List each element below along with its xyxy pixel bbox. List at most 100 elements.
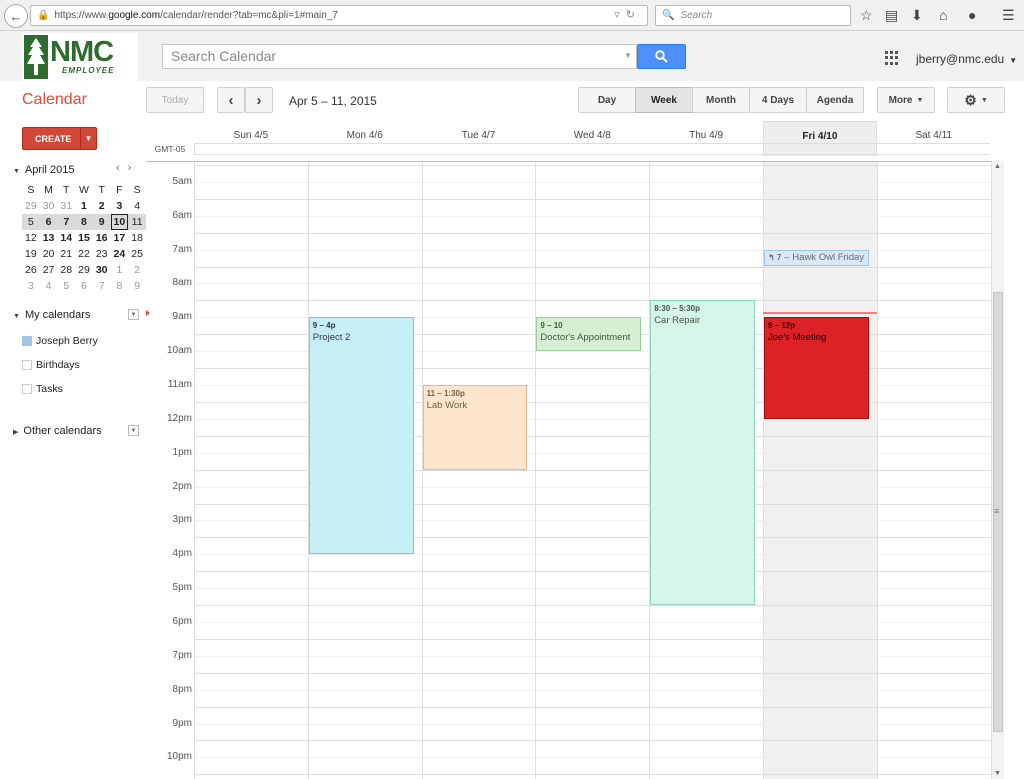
mini-calendar-day[interactable]: 21 (57, 246, 75, 262)
hour-line (194, 774, 991, 776)
calendar-color-swatch[interactable] (22, 384, 32, 394)
other-calendars-header[interactable]: ▶ Other calendars ▼ (13, 425, 139, 437)
reader-icon[interactable]: ▤ (885, 7, 898, 24)
mini-calendar-day[interactable]: 28 (57, 262, 75, 278)
search-button[interactable] (637, 44, 686, 69)
mini-calendar-day[interactable]: 18 (128, 230, 146, 246)
menu-icon[interactable]: ☰ (1002, 7, 1015, 24)
mini-calendar-day[interactable]: 22 (75, 246, 93, 262)
calendar-search-input[interactable]: Search Calendar ▼ (162, 44, 637, 69)
star-icon[interactable]: ☆ (860, 7, 873, 24)
reload-icon[interactable]: ▿↻ (614, 8, 641, 21)
mini-calendar-day[interactable]: 8 (111, 278, 129, 294)
chevron-right-icon[interactable]: › (128, 162, 140, 174)
view-agenda-button[interactable]: Agenda (806, 87, 864, 113)
mini-calendar-day[interactable]: 9 (92, 214, 111, 230)
dropdown-arrow-icon[interactable]: ▼ (128, 309, 139, 320)
mini-calendar-day[interactable]: 23 (93, 246, 111, 262)
view-month-button[interactable]: Month (692, 87, 750, 113)
calendar-event[interactable]: 8:30 – 5:30p Car Repair (650, 300, 755, 606)
my-calendars-header[interactable]: ▼ My calendars ▼ (13, 309, 139, 321)
mini-calendar-day[interactable]: 29 (75, 262, 93, 278)
calendar-item[interactable]: Tasks (22, 383, 63, 395)
chevron-left-icon[interactable]: ‹ (116, 162, 128, 174)
mini-calendar-day[interactable]: 13 (40, 230, 58, 246)
create-button[interactable]: CREATE ▼ (22, 127, 97, 150)
calendar-event[interactable]: 11 – 1:30p Lab Work (422, 385, 528, 470)
weekday-label: S (133, 184, 141, 196)
download-icon[interactable]: ⬇ (911, 7, 923, 24)
mini-calendar-day[interactable]: 4 (40, 278, 58, 294)
today-button[interactable]: Today (146, 87, 204, 113)
mini-calendar-day[interactable]: 12 (22, 230, 40, 246)
mini-calendar-today[interactable]: 10 (110, 214, 129, 230)
mini-calendar-day[interactable]: 5 (22, 214, 40, 230)
calendar-event[interactable]: 9 – 12p Joe's Meeting (764, 317, 869, 419)
mini-calendar-day[interactable]: 30 (40, 198, 58, 214)
hour-label: 4pm (172, 548, 192, 560)
mini-calendar-day[interactable]: 29 (22, 198, 40, 214)
weekday-label: T (98, 184, 105, 196)
more-button[interactable]: More ▼ (877, 87, 935, 113)
address-bar[interactable]: 🔒 https://www.google.com/calendar/render… (30, 5, 648, 26)
mini-calendar-day[interactable]: 7 (93, 278, 111, 294)
mini-calendar-day[interactable]: 14 (57, 230, 75, 246)
back-arrow-icon[interactable]: ← (4, 4, 28, 28)
nmc-logo[interactable]: NMC EMPLOYEE (22, 33, 138, 81)
time-grid[interactable]: 5am 6am 7am 8am 9am 10am 11am 12pm 1pm 2pm 3pm 4pm 5… (146, 161, 992, 779)
create-dropdown-icon[interactable]: ▼ (80, 128, 96, 149)
view-week-button[interactable]: Week (635, 87, 693, 113)
mini-calendar-day[interactable]: 16 (93, 230, 111, 246)
mini-calendar-day[interactable]: 24 (111, 246, 129, 262)
scroll-down-icon[interactable]: ▼ (994, 770, 1001, 777)
mini-calendar-day[interactable]: 20 (40, 246, 58, 262)
chat-icon[interactable]: ● (968, 7, 976, 23)
mini-calendar-day[interactable]: 2 (128, 262, 146, 278)
prev-week-button[interactable]: ‹ (217, 87, 245, 113)
scroll-up-icon[interactable]: ▲ (994, 163, 1001, 170)
mini-calendar-day[interactable]: 8 (75, 214, 93, 230)
mini-calendar-day[interactable]: 1 (75, 198, 93, 214)
view-day-button[interactable]: Day (578, 87, 636, 113)
mini-calendar-day[interactable]: 11 (128, 214, 146, 230)
dropdown-arrow-icon[interactable]: ▼ (624, 51, 632, 60)
account-menu[interactable]: jberry@nmc.edu ▼ (916, 52, 1017, 66)
mini-calendar-day[interactable]: 6 (39, 214, 58, 230)
mini-calendar-day[interactable]: 6 (75, 278, 93, 294)
calendar-event[interactable]: 9 – 10 Doctor's Appointment (536, 317, 642, 352)
scrollbar[interactable]: ▲ ≡ ▼ (991, 161, 1004, 779)
mini-calendar-day[interactable]: 30 (93, 262, 111, 278)
mini-calendar-title[interactable]: ▼ April 2015 (13, 164, 74, 176)
dropdown-arrow-icon[interactable]: ▼ (128, 425, 139, 436)
weekday-label: W (79, 184, 89, 196)
mini-calendar-day[interactable]: 1 (111, 262, 129, 278)
all-day-row[interactable] (194, 143, 990, 155)
mini-calendar-day[interactable]: 9 (128, 278, 146, 294)
mini-calendar-day[interactable]: 2 (93, 198, 111, 214)
calendar-color-swatch[interactable] (22, 360, 32, 370)
calendar-color-swatch[interactable] (22, 336, 32, 346)
calendar-event[interactable]: 9 – 4p Project 2 (308, 317, 414, 555)
view-4days-button[interactable]: 4 Days (749, 87, 807, 113)
mini-calendar-day[interactable]: 19 (22, 246, 40, 262)
mini-calendar-day[interactable]: 25 (128, 246, 146, 262)
mini-calendar-day[interactable]: 3 (22, 278, 40, 294)
event-time: 9 – 10 (540, 321, 563, 331)
mini-calendar-day[interactable]: 26 (22, 262, 40, 278)
next-week-button[interactable]: › (245, 87, 273, 113)
browser-search-input[interactable]: 🔍 Search (655, 5, 851, 26)
mini-calendar-day[interactable]: 3 (111, 198, 129, 214)
calendar-item[interactable]: Birthdays (22, 359, 80, 371)
calendar-event[interactable]: ↰ 7– Hawk Owl Friday (764, 249, 869, 266)
mini-calendar-day[interactable]: 15 (75, 230, 93, 246)
mini-calendar-day[interactable]: 27 (40, 262, 58, 278)
home-icon[interactable]: ⌂ (939, 7, 947, 23)
mini-calendar-day[interactable]: 5 (57, 278, 75, 294)
calendar-item[interactable]: Joseph Berry (22, 335, 98, 347)
mini-calendar-day[interactable]: 4 (128, 198, 146, 214)
mini-calendar-day[interactable]: 7 (57, 214, 76, 230)
mini-calendar-day[interactable]: 31 (57, 198, 75, 214)
apps-grid-icon[interactable] (885, 51, 899, 65)
settings-button[interactable]: ⚙ ▼ (947, 87, 1005, 113)
mini-calendar-day[interactable]: 17 (111, 230, 129, 246)
